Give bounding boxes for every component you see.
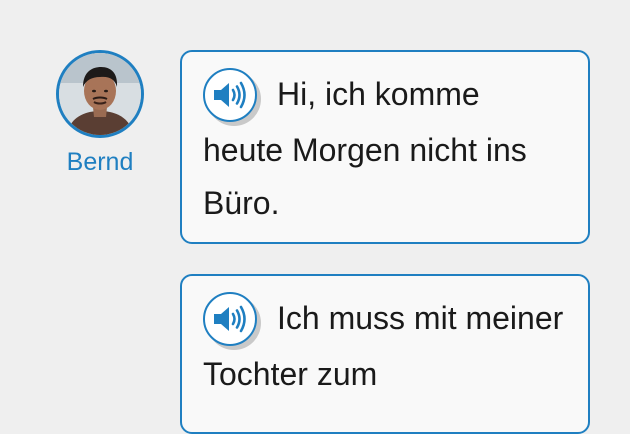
play-audio-button[interactable] bbox=[203, 292, 261, 350]
speaker-volume-icon bbox=[214, 81, 246, 109]
play-audio-button[interactable] bbox=[203, 68, 261, 126]
speaker-name: Bernd bbox=[66, 148, 134, 176]
speaker-volume-icon bbox=[214, 305, 246, 333]
avatar-photo bbox=[59, 53, 141, 135]
message-bubble: Hi, ich komme heute Morgen nicht ins Bür… bbox=[180, 50, 590, 244]
message-bubble: Ich muss mit meiner Tochter zum bbox=[180, 274, 590, 434]
avatar bbox=[56, 50, 144, 138]
